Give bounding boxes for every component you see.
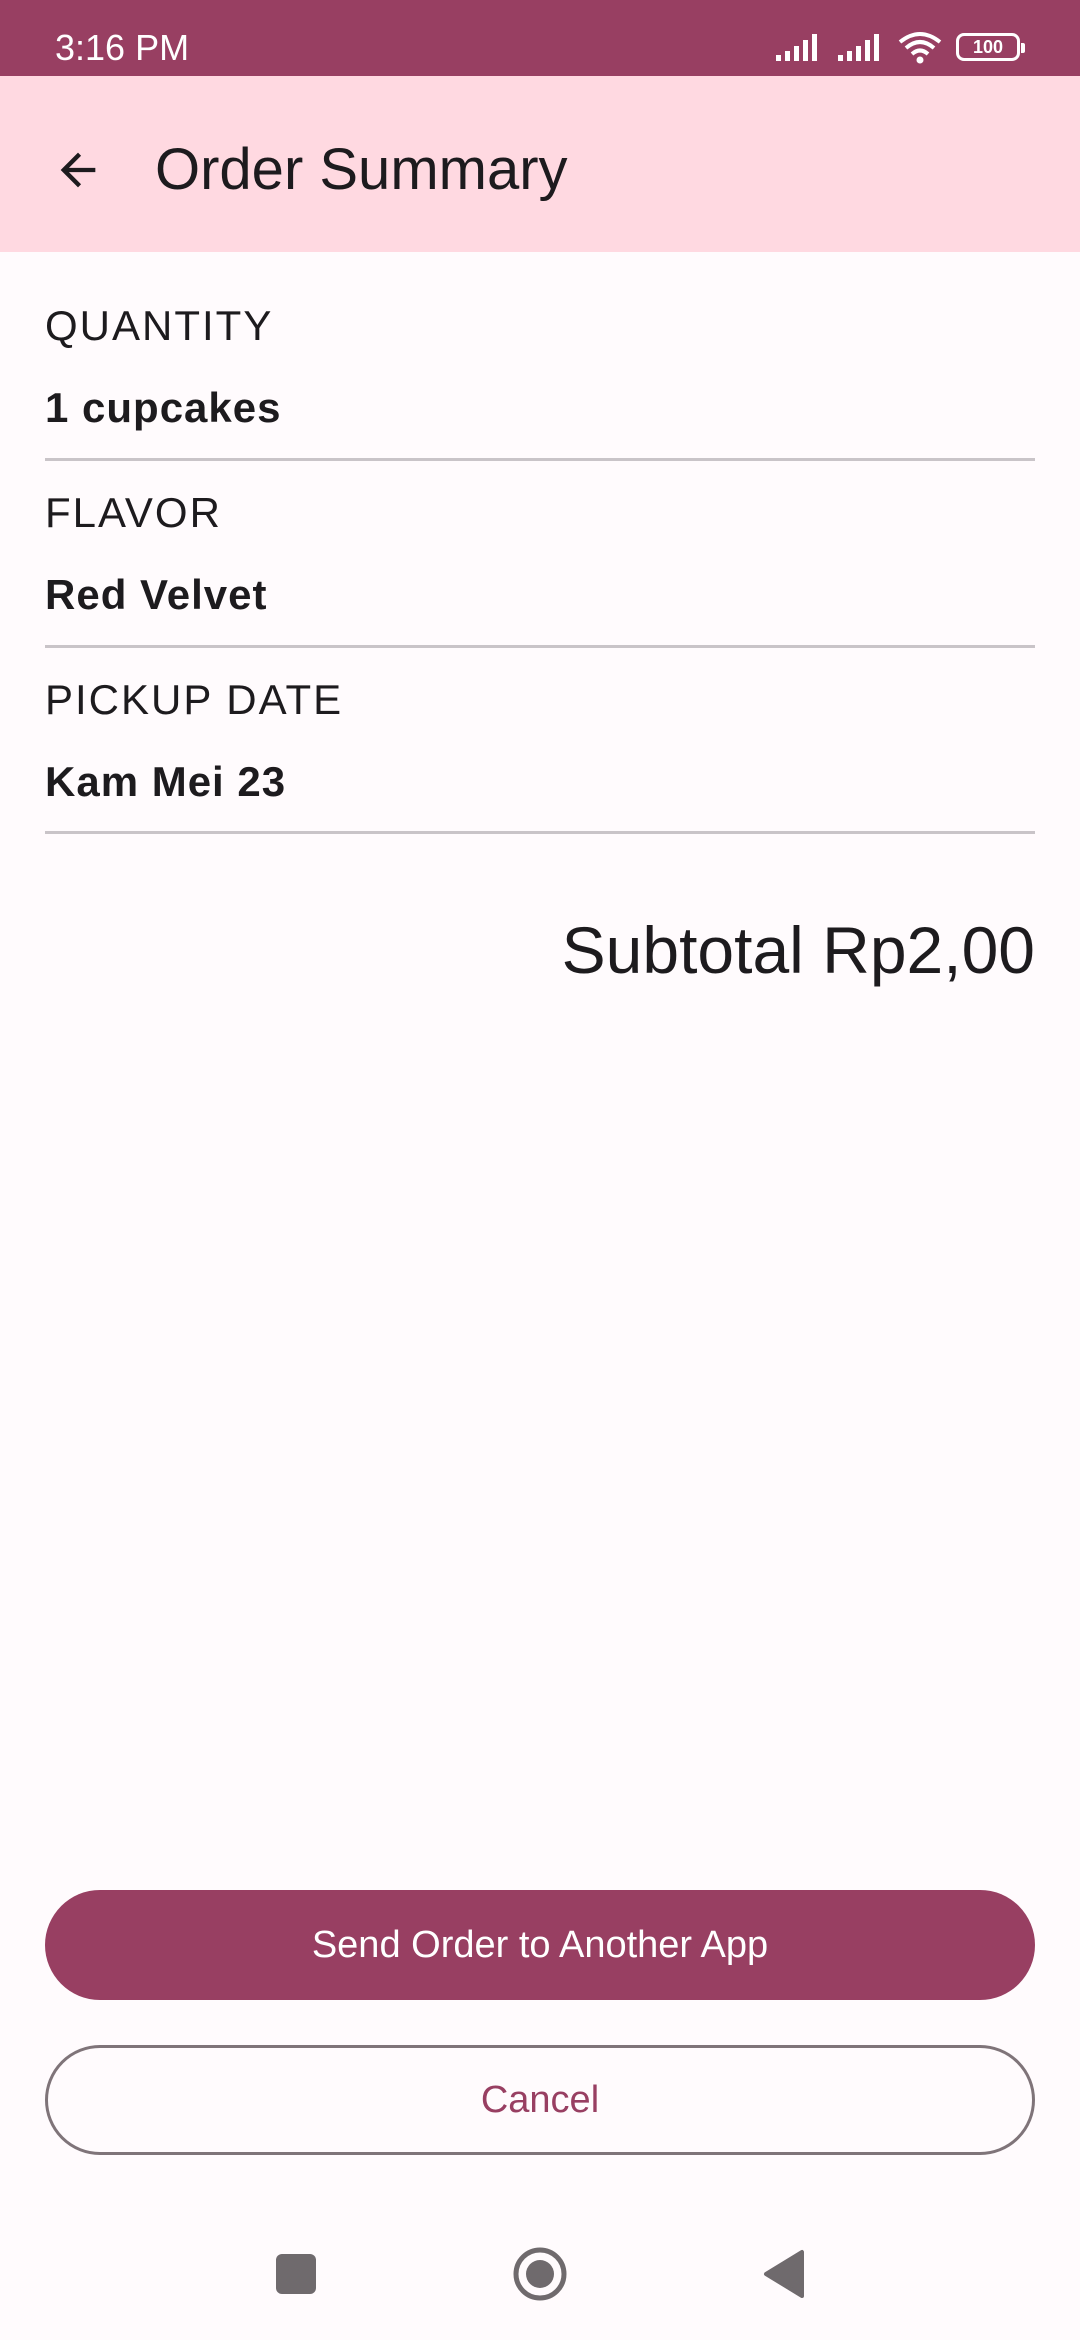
signal-icon (838, 34, 879, 61)
send-order-button[interactable]: Send Order to Another App (45, 1890, 1035, 2000)
quantity-value: 1 cupcakes (45, 384, 282, 431)
pickup-date-section: PICKUP DATE Kam Mei 23 (45, 674, 1035, 808)
back-button[interactable] (36, 128, 120, 212)
subtotal-text: Subtotal Rp2,00 (561, 913, 1035, 987)
divider (45, 458, 1035, 461)
pickup-date-label: PICKUP DATE (45, 676, 344, 723)
back-icon[interactable] (762, 2248, 806, 2300)
flavor-value: Red Velvet (45, 571, 268, 618)
battery-icon: 100 (956, 33, 1025, 61)
navigation-bar (0, 2210, 1080, 2340)
battery-level: 100 (972, 36, 1004, 57)
app-bar: Order Summary (0, 76, 1080, 252)
pickup-date-value: Kam Mei 23 (45, 758, 287, 805)
flavor-section: FLAVOR Red Velvet (45, 487, 1035, 621)
cancel-button[interactable]: Cancel (45, 2045, 1035, 2155)
status-time: 3:16 PM (55, 27, 190, 68)
home-icon[interactable] (512, 2246, 568, 2302)
quantity-section: QUANTITY 1 cupcakes (45, 300, 1035, 434)
status-icons: 100 (774, 22, 1025, 72)
page-title: Order Summary (155, 137, 568, 202)
recents-icon[interactable] (276, 2254, 316, 2294)
signal-icon (776, 34, 817, 61)
arrow-back-icon (60, 152, 96, 188)
divider (45, 645, 1035, 648)
flavor-label: FLAVOR (45, 489, 222, 536)
wifi-icon (898, 32, 942, 64)
divider (45, 831, 1035, 834)
status-bar: 3:16 PM 100 (0, 0, 1080, 76)
quantity-label: QUANTITY (45, 302, 274, 349)
